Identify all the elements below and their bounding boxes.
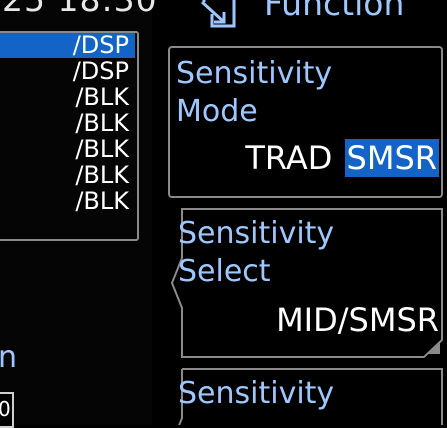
mode-toggle[interactable]: TRAD SMSR [243, 138, 439, 178]
partial-label: n [0, 340, 18, 375]
trace-row[interactable]: /BLK [0, 163, 135, 188]
mode-option-trad[interactable]: TRAD [243, 139, 334, 177]
trace-row[interactable]: /BLK [0, 111, 135, 136]
softkey-sensitivity-level[interactable]: Sensitivity [168, 368, 443, 425]
trace-row[interactable]: /DSP [0, 59, 135, 84]
clock-text: 25 18:30 [2, 0, 158, 19]
softkey-subtitle: Mode [176, 94, 258, 129]
trace-row-label: /BLK [75, 135, 129, 163]
trace-row[interactable]: /DSP [0, 33, 135, 58]
softkey-title: Sensitivity [178, 376, 335, 411]
softkey-title: Sensitivity [178, 216, 335, 251]
trace-row-label: /DSP [72, 31, 129, 59]
softkey-sensitivity-mode[interactable]: Sensitivity Mode TRAD SMSR [168, 46, 443, 198]
trace-row-label: /BLK [75, 187, 129, 215]
trace-row[interactable]: /BLK [0, 137, 135, 162]
trace-row-label: /BLK [75, 109, 129, 137]
softkey-sensitivity-select[interactable]: Sensitivity Select MID/SMSR [168, 208, 443, 358]
function-menu-header[interactable]: Function [196, 0, 447, 32]
softkey-value: MID/SMSR [276, 301, 439, 339]
function-arrow-icon [200, 0, 236, 28]
mode-option-smsr[interactable]: SMSR [344, 139, 439, 177]
trace-panel: 25 18:30 /DSP /DSP /BLK /BLK /BLK /BLK /… [0, 0, 157, 428]
function-menu-title: Function [264, 0, 405, 23]
partial-input-field[interactable]: 0 [0, 392, 14, 428]
trace-row[interactable]: /BLK [0, 85, 135, 110]
trace-row-label: /DSP [72, 57, 129, 85]
softkey-subtitle: Select [178, 254, 271, 289]
softkey-title: Sensitivity [176, 56, 333, 91]
trace-row-label: /BLK [75, 83, 129, 111]
trace-row-label: /BLK [75, 161, 129, 189]
trace-row[interactable]: /BLK [0, 189, 135, 214]
trace-list: /DSP /DSP /BLK /BLK /BLK /BLK /BLK [0, 31, 139, 241]
